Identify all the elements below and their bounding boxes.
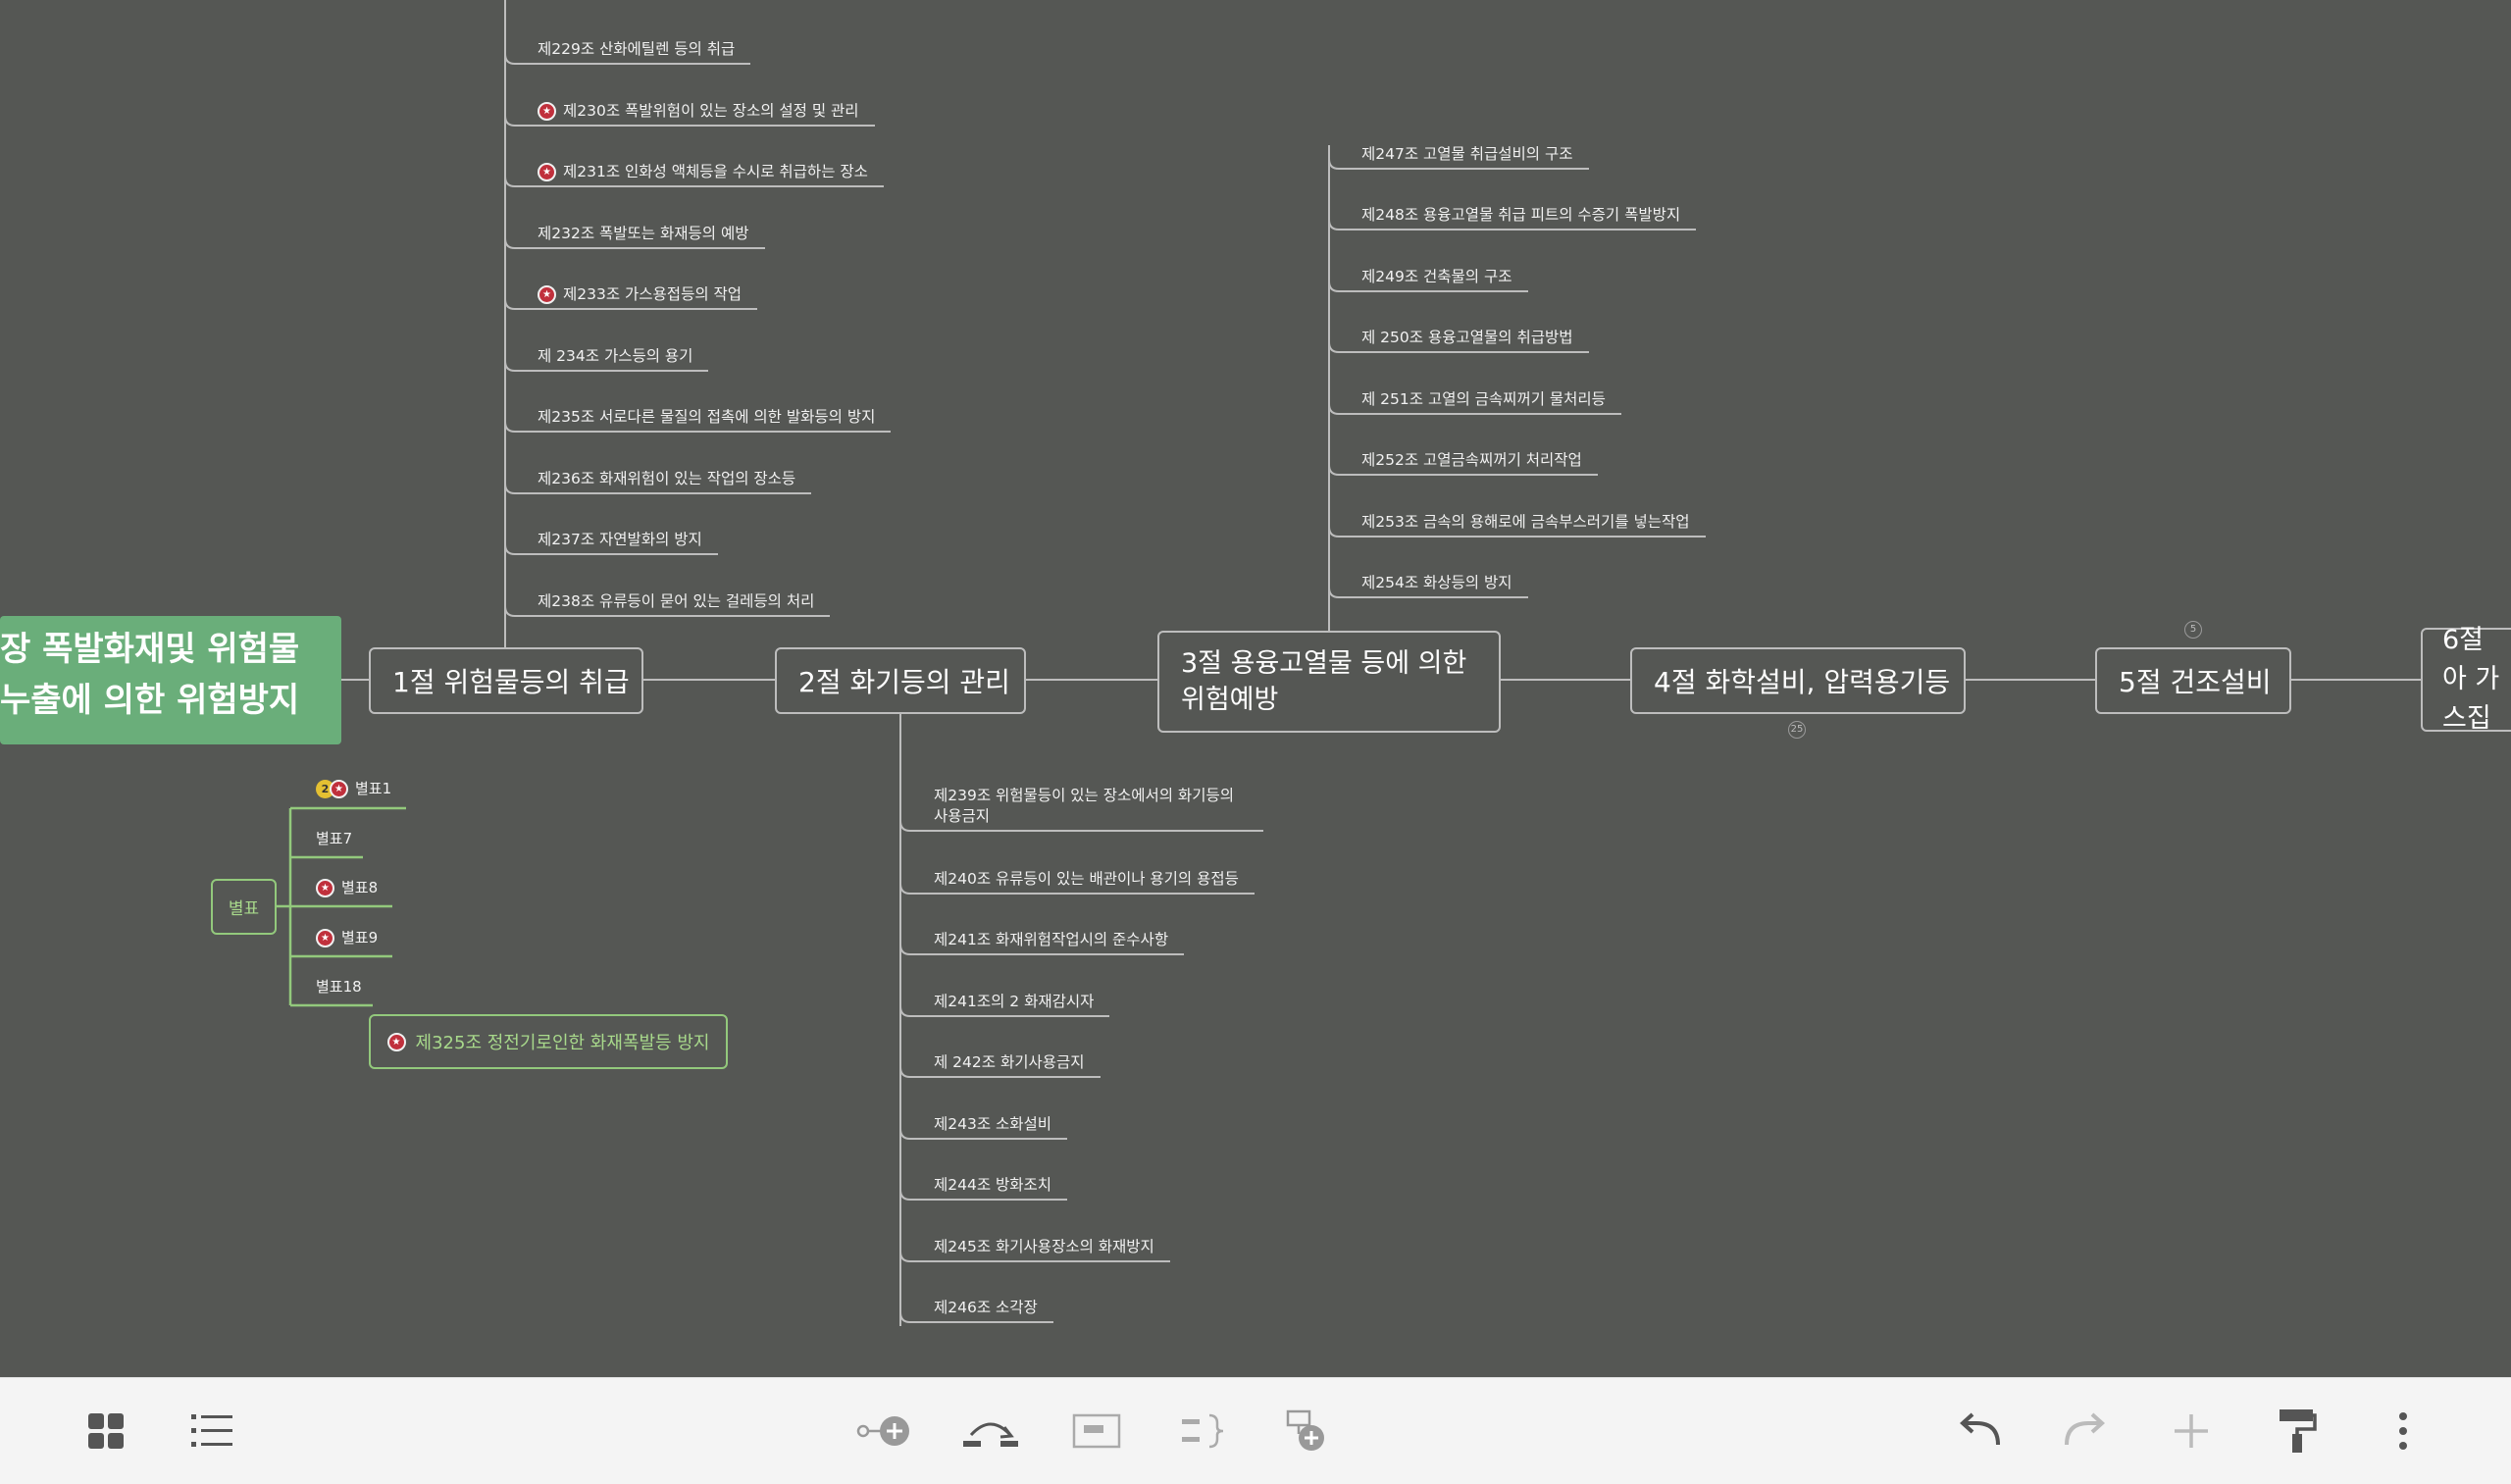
star-icon: ★ — [316, 879, 334, 897]
grid-icon — [88, 1413, 124, 1449]
central-topic[interactable]: 장 폭발화재및 위험물 누출에 의한 위험방지 — [0, 616, 341, 744]
appendix-item[interactable]: ★ 별표9 — [316, 928, 378, 948]
branch-2-label: 2절 화기등의 관리 — [798, 666, 1010, 698]
appendix-topic[interactable]: 별표 — [211, 879, 277, 935]
branch-6[interactable]: 6절 아 가스집 — [2421, 625, 2511, 734]
branch-6-label: 6절 아 가스집 — [2442, 625, 2500, 734]
appendix-label: 별표 — [228, 899, 260, 919]
b3-item[interactable]: 제 251조 고열의 금속찌꺼기 물처리등 — [1361, 389, 1606, 410]
b1-item[interactable]: ★ 제231조 인화성 액체등을 수시로 취급하는 장소 — [538, 162, 868, 182]
b3-item[interactable]: 제253조 금속의 용해로에 금속부스러기를 넣는작업 — [1361, 512, 1690, 533]
star-icon: ★ — [538, 102, 556, 121]
paint-roller-icon — [2280, 1409, 2317, 1453]
branch-1[interactable]: 1절 위험물등의 취급 — [369, 647, 643, 714]
b2-item[interactable]: 제 242조 화기사용금지 — [934, 1052, 1085, 1073]
central-topic-line-1: 장 폭발화재및 위험물 — [0, 630, 300, 669]
redo-icon — [2065, 1412, 2105, 1446]
add-floating-topic-button[interactable] — [1279, 1402, 1338, 1460]
add-topic-button[interactable] — [2162, 1402, 2221, 1460]
undo-icon — [1960, 1412, 2000, 1446]
format-painter-button[interactable] — [2268, 1402, 2327, 1460]
grid-view-button[interactable] — [77, 1402, 135, 1460]
b3-item[interactable]: 제247조 고열물 취급설비의 구조 — [1361, 144, 1573, 165]
b1-item[interactable]: 제232조 폭발또는 화재등의 예방 — [538, 224, 749, 244]
floating-topic[interactable]: ★ 제325조 정전기로인한 화재폭발등 방지 — [369, 1014, 728, 1069]
appendix-item[interactable]: 별표7 — [316, 829, 352, 849]
appendix-item[interactable]: 별표18 — [316, 977, 362, 998]
branch-4-label: 4절 화학설비, 압력용기등 — [1654, 666, 1951, 698]
b2-item[interactable]: 제245조 화기사용장소의 화재방지 — [934, 1237, 1154, 1257]
b2-item[interactable]: 제241조 화재위험작업시의 준수사항 — [934, 930, 1168, 950]
appendix-item[interactable]: 2 ★ 별표1 — [316, 779, 391, 799]
branch-5-collapse-count[interactable]: 5 — [2184, 621, 2202, 639]
outline-view-button[interactable] — [182, 1402, 241, 1460]
branch-4-collapse-count[interactable]: 25 — [1788, 721, 1806, 739]
b2-item[interactable]: 제244조 방화조치 — [934, 1175, 1051, 1196]
appendix-item[interactable]: ★ 별표8 — [316, 878, 378, 898]
add-boundary-button[interactable] — [1173, 1402, 1232, 1460]
redo-button[interactable] — [2056, 1402, 2115, 1460]
branch-2[interactable]: 2절 화기등의 관리 — [775, 647, 1026, 714]
central-topic-line-2: 누출에 의한 위험방지 — [0, 681, 300, 720]
b1-item[interactable]: 제238조 유류등이 묻어 있는 걸레등의 처리 — [538, 591, 814, 612]
b1-item[interactable]: 제237조 자연발화의 방지 — [538, 530, 702, 550]
mindmap-canvas[interactable]: 장 폭발화재및 위험물 누출에 의한 위험방지 1절 위험물등의 취급 2절 화… — [0, 0, 2511, 1377]
add-summary-box-button[interactable] — [1067, 1402, 1126, 1460]
star-icon: ★ — [330, 780, 348, 798]
b3-item[interactable]: 제249조 건축물의 구조 — [1361, 267, 1512, 287]
branch-4[interactable]: 4절 화학설비, 압력용기등 — [1630, 647, 1966, 714]
b3-item[interactable]: 제 250조 용융고열물의 취급방법 — [1361, 328, 1573, 348]
summary-bracket-icon — [1182, 1413, 1224, 1449]
undo-button[interactable] — [1950, 1402, 2009, 1460]
add-relationship-button[interactable] — [961, 1402, 1020, 1460]
branch-5-label: 5절 건조설비 — [2119, 666, 2272, 698]
branch-5[interactable]: 5절 건조설비 — [2095, 647, 2291, 714]
bottom-toolbar — [0, 1377, 2511, 1484]
list-icon — [191, 1414, 232, 1447]
b2-item[interactable]: 제246조 소각장 — [934, 1298, 1038, 1318]
star-icon: ★ — [538, 285, 556, 304]
star-icon: ★ — [316, 929, 334, 947]
add-subtopic-icon — [856, 1416, 909, 1446]
branch-3-label: 3절 용융고열물 등에 의한 위험예방 — [1181, 648, 1467, 715]
plus-icon — [2175, 1414, 2208, 1448]
b3-item[interactable]: 제252조 고열금속찌꺼기 처리작업 — [1361, 450, 1582, 471]
star-icon: ★ — [538, 163, 556, 181]
floating-topic-icon — [1286, 1409, 1324, 1451]
b2-item[interactable]: 제240조 유류등이 있는 배관이나 용기의 용접등 — [934, 869, 1239, 890]
b3-item[interactable]: 제248조 용융고열물 취급 피트의 수증기 폭발방지 — [1361, 205, 1680, 226]
b3-item[interactable]: 제254조 화상등의 방지 — [1361, 573, 1512, 593]
more-menu-button[interactable] — [2374, 1402, 2433, 1460]
b1-item[interactable]: 제 234조 가스등의 용기 — [538, 346, 692, 367]
b1-item[interactable]: 제235조 서로다른 물질의 접촉에 의한 발화등의 방지 — [538, 407, 875, 428]
star-icon: ★ — [386, 1032, 406, 1051]
b1-item[interactable]: 제229조 산화에틸렌 등의 취급 — [538, 39, 735, 60]
b1-item[interactable]: ★ 제233조 가스용접등의 작업 — [538, 284, 742, 305]
b1-item[interactable]: 제236조 화재위험이 있는 작업의 장소등 — [538, 469, 795, 489]
relationship-icon — [963, 1422, 1018, 1447]
branch-3[interactable]: 3절 용융고열물 등에 의한 위험예방 — [1157, 631, 1501, 733]
b1-item[interactable]: ★ 제230조 폭발위험이 있는 장소의 설정 및 관리 — [538, 101, 859, 122]
branch-1-label: 1절 위험물등의 취급 — [392, 666, 630, 698]
box-icon — [1072, 1413, 1121, 1449]
b2-item[interactable]: 제241조의 2 화재감시자 — [934, 992, 1094, 1012]
add-subtopic-button[interactable] — [855, 1402, 914, 1460]
floating-topic-label: 제325조 정전기로인한 화재폭발등 방지 — [415, 1033, 710, 1053]
b2-item[interactable]: 제239조 위험물등이 있는 장소에서의 화기등의 사용금지 — [934, 786, 1248, 827]
more-vertical-icon — [2399, 1412, 2407, 1450]
b2-item[interactable]: 제243조 소화설비 — [934, 1114, 1051, 1135]
